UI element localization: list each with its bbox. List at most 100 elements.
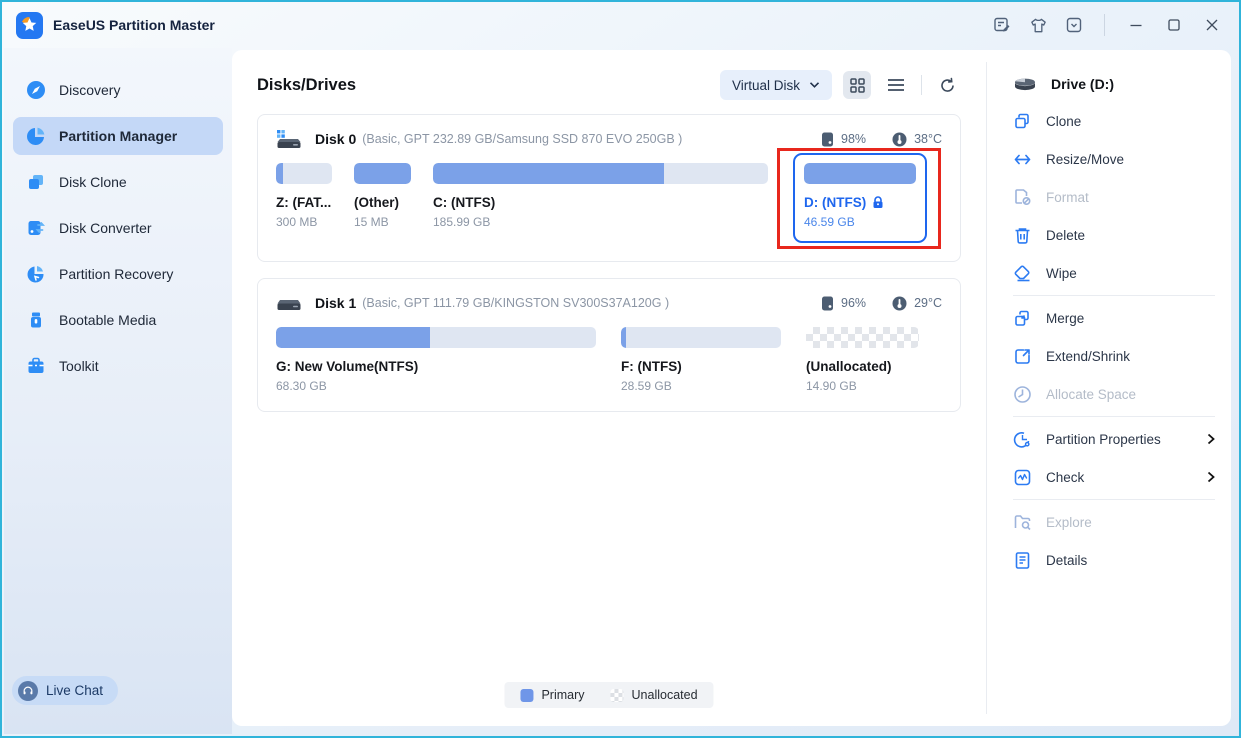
disk-info: (Basic, GPT 111.79 GB/KINGSTON SV300S37A… bbox=[362, 296, 670, 310]
action-label: Allocate Space bbox=[1046, 386, 1137, 402]
unallocated-bar bbox=[806, 327, 919, 348]
sidebar-item-disk-converter[interactable]: Disk Converter bbox=[13, 209, 223, 247]
merge-icon bbox=[1015, 310, 1029, 326]
disk-icon bbox=[277, 300, 301, 310]
disk0-header: Disk 0 (Basic, GPT 232.89 GB/Samsung SSD… bbox=[276, 129, 942, 149]
page-title: Disks/Drives bbox=[257, 75, 357, 94]
action-merge[interactable]: Merge bbox=[1013, 299, 1217, 337]
action-extend-shrink[interactable]: Extend/Shrink bbox=[1013, 337, 1217, 375]
sidebar-item-disk-clone[interactable]: Disk Clone bbox=[13, 163, 223, 201]
sidebar-item-label: Toolkit bbox=[59, 358, 99, 374]
partition-label: G: New Volume(NTFS) bbox=[276, 359, 419, 374]
action-resize-move[interactable]: Resize/Move bbox=[1013, 140, 1217, 178]
trash-icon bbox=[1015, 227, 1030, 244]
main-panel: Disks/Drives Virtual Disk Disk 0 (Basic,… bbox=[232, 50, 1231, 726]
partition-label: (Other) bbox=[354, 195, 399, 210]
partition-size: 185.99 GB bbox=[433, 215, 491, 229]
virtual-disk-dropdown-value: Virtual Disk bbox=[731, 77, 800, 93]
feedback-icon[interactable] bbox=[992, 15, 1012, 35]
partition-c[interactable]: C: (NTFS) 185.99 GB bbox=[433, 153, 768, 229]
action-delete[interactable]: Delete bbox=[1013, 216, 1217, 254]
partition-other[interactable]: (Other) 15 MB bbox=[354, 153, 411, 229]
header-separator bbox=[921, 75, 922, 95]
action-explore: Explore bbox=[1013, 503, 1217, 541]
sidebar-item-label: Disk Converter bbox=[59, 220, 152, 236]
headset-icon bbox=[18, 680, 38, 701]
sidebar-item-toolkit[interactable]: Toolkit bbox=[13, 347, 223, 385]
legend-label: Unallocated bbox=[631, 688, 698, 702]
partition-size: 68.30 GB bbox=[276, 379, 327, 393]
easeus-logo-icon bbox=[16, 11, 43, 39]
system-disk-icon bbox=[277, 130, 301, 148]
sidebar-item-partition-manager[interactable]: Partition Manager bbox=[13, 117, 223, 155]
legend-primary: Primary bbox=[520, 688, 585, 702]
drive-title-label: Drive (D:) bbox=[1051, 76, 1115, 92]
action-allocate-space: Allocate Space bbox=[1013, 375, 1217, 413]
list-view-icon bbox=[888, 79, 904, 91]
list-view-button[interactable] bbox=[882, 71, 910, 99]
theme-shirt-icon[interactable] bbox=[1028, 15, 1048, 35]
action-partition-properties[interactable]: Partition Properties bbox=[1013, 420, 1217, 458]
action-wipe[interactable]: Wipe bbox=[1013, 254, 1217, 292]
partition-bar bbox=[433, 163, 768, 184]
disk1-header: Disk 1 (Basic, GPT 111.79 GB/KINGSTON SV… bbox=[276, 293, 942, 313]
health-value: 98% bbox=[841, 132, 867, 146]
refresh-icon bbox=[940, 77, 954, 92]
partition-label: F: (NTFS) bbox=[621, 359, 682, 374]
header-controls: Virtual Disk bbox=[719, 70, 961, 100]
partition-f[interactable]: F: (NTFS) 28.59 GB bbox=[621, 317, 781, 393]
chevron-right-icon bbox=[1207, 471, 1215, 483]
temperature-value: 29°C bbox=[914, 296, 942, 310]
refresh-button[interactable] bbox=[933, 71, 961, 99]
action-label: Check bbox=[1046, 469, 1085, 485]
format-icon bbox=[1015, 188, 1031, 205]
pie-chart-icon bbox=[27, 127, 45, 145]
action-label: Extend/Shrink bbox=[1046, 348, 1131, 364]
close-button[interactable] bbox=[1201, 14, 1223, 36]
maximize-button[interactable] bbox=[1163, 14, 1185, 36]
temperature-value: 38°C bbox=[914, 132, 942, 146]
action-check[interactable]: Check bbox=[1013, 458, 1217, 496]
disk1-stats: 96% 29°C bbox=[821, 296, 942, 311]
titlebar: EaseUS Partition Master bbox=[2, 2, 1239, 48]
disks-header: Disks/Drives Virtual Disk bbox=[257, 70, 961, 100]
disk-card-1: Disk 1 (Basic, GPT 111.79 GB/KINGSTON SV… bbox=[257, 278, 961, 412]
legend-unallocated: Unallocated bbox=[610, 688, 698, 702]
action-format: Format bbox=[1013, 178, 1217, 216]
sidebar-item-partition-recovery[interactable]: Partition Recovery bbox=[13, 255, 223, 293]
action-label: Wipe bbox=[1046, 265, 1077, 281]
disk-card-0: Disk 0 (Basic, GPT 232.89 GB/Samsung SSD… bbox=[257, 114, 961, 262]
action-label: Format bbox=[1046, 189, 1089, 205]
extend-shrink-icon bbox=[1015, 348, 1030, 364]
sidebar-item-discovery[interactable]: Discovery bbox=[13, 71, 223, 109]
partition-size: 46.59 GB bbox=[804, 215, 855, 229]
ssd-health-icon bbox=[822, 132, 834, 146]
partition-label: Z: (FAT... bbox=[276, 195, 332, 210]
health-value: 96% bbox=[841, 296, 867, 310]
live-chat-button[interactable]: Live Chat bbox=[12, 676, 119, 705]
drive-cylinder-icon bbox=[1015, 78, 1035, 90]
chevron-right-icon bbox=[1207, 433, 1215, 445]
action-details[interactable]: Details bbox=[1013, 541, 1217, 579]
grid-view-icon bbox=[849, 77, 865, 93]
disk0-partitions: Z: (FAT... 300 MB (Other) 15 MB C: (NTFS… bbox=[276, 148, 942, 249]
grid-view-button[interactable] bbox=[843, 71, 871, 99]
action-clone[interactable]: Clone bbox=[1013, 102, 1217, 140]
actions-divider bbox=[1013, 416, 1215, 417]
partition-size: 14.90 GB bbox=[806, 379, 857, 393]
primary-swatch-icon bbox=[520, 688, 534, 702]
partition-d-selected[interactable]: D: (NTFS) 46.59 GB bbox=[777, 148, 941, 249]
partition-g[interactable]: G: New Volume(NTFS) 68.30 GB bbox=[276, 317, 596, 393]
sidebar-nav: Discovery Partition Manager Disk Clone D… bbox=[4, 48, 232, 408]
sidebar-item-bootable-media[interactable]: Bootable Media bbox=[13, 301, 223, 339]
virtual-disk-dropdown[interactable]: Virtual Disk bbox=[719, 70, 832, 100]
window-menu-icon[interactable] bbox=[1064, 15, 1084, 35]
minimize-button[interactable] bbox=[1125, 14, 1147, 36]
disk1-health: 96% bbox=[821, 296, 866, 311]
disk0-temperature: 38°C bbox=[892, 132, 942, 147]
partition-z[interactable]: Z: (FAT... 300 MB bbox=[276, 153, 332, 229]
actions-panel: Drive (D:) Clone Resize/Move Format Dele… bbox=[987, 50, 1231, 726]
sidebar-item-label: Partition Manager bbox=[59, 128, 178, 144]
partition-unallocated[interactable]: (Unallocated) 14.90 GB bbox=[806, 317, 919, 393]
disk0-health: 98% bbox=[821, 132, 866, 147]
